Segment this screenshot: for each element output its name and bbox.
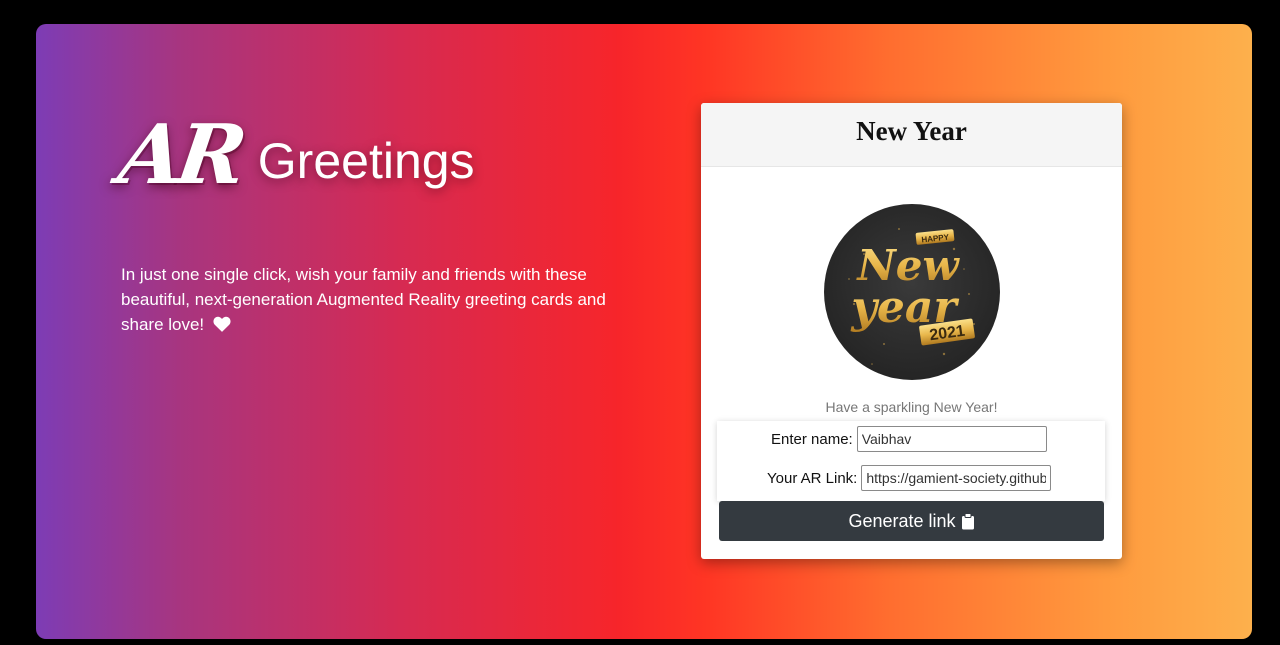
name-input[interactable] <box>856 426 1047 452</box>
link-label: Your AR Link: <box>767 469 858 487</box>
brand-name: Greetings <box>257 133 475 189</box>
tagline: In just one single click, wish your fami… <box>121 262 611 337</box>
new-year-badge-art: HAPPY New year 2021 <box>848 228 975 365</box>
hero-banner: AR Greetings In just one single click, w… <box>36 24 1252 639</box>
brand-logo: AR Greetings <box>113 107 475 203</box>
link-row: Your AR Link: <box>767 465 1052 491</box>
card-title: New Year <box>701 103 1122 167</box>
name-row: Enter name: <box>771 426 1047 452</box>
card-message: Have a sparkling New Year! <box>825 399 998 415</box>
link-form: Enter name: Your AR Link: <box>717 421 1105 501</box>
heart-icon <box>213 316 231 332</box>
greeting-card: New Year HAPPY New year 2021 Have a spar… <box>701 103 1122 559</box>
tagline-text: In just one single click, wish your fami… <box>121 265 606 334</box>
ar-link-field[interactable] <box>861 465 1052 491</box>
name-label: Enter name: <box>771 430 853 448</box>
generate-link-label: Generate link <box>848 510 956 531</box>
new-year-badge-image: HAPPY New year 2021 <box>824 204 1000 380</box>
clipboard-icon <box>961 512 974 529</box>
brand-ar-mark: AR <box>113 107 247 203</box>
badge-year-number: 2021 <box>928 323 966 345</box>
generate-link-button[interactable]: Generate link <box>719 501 1104 541</box>
